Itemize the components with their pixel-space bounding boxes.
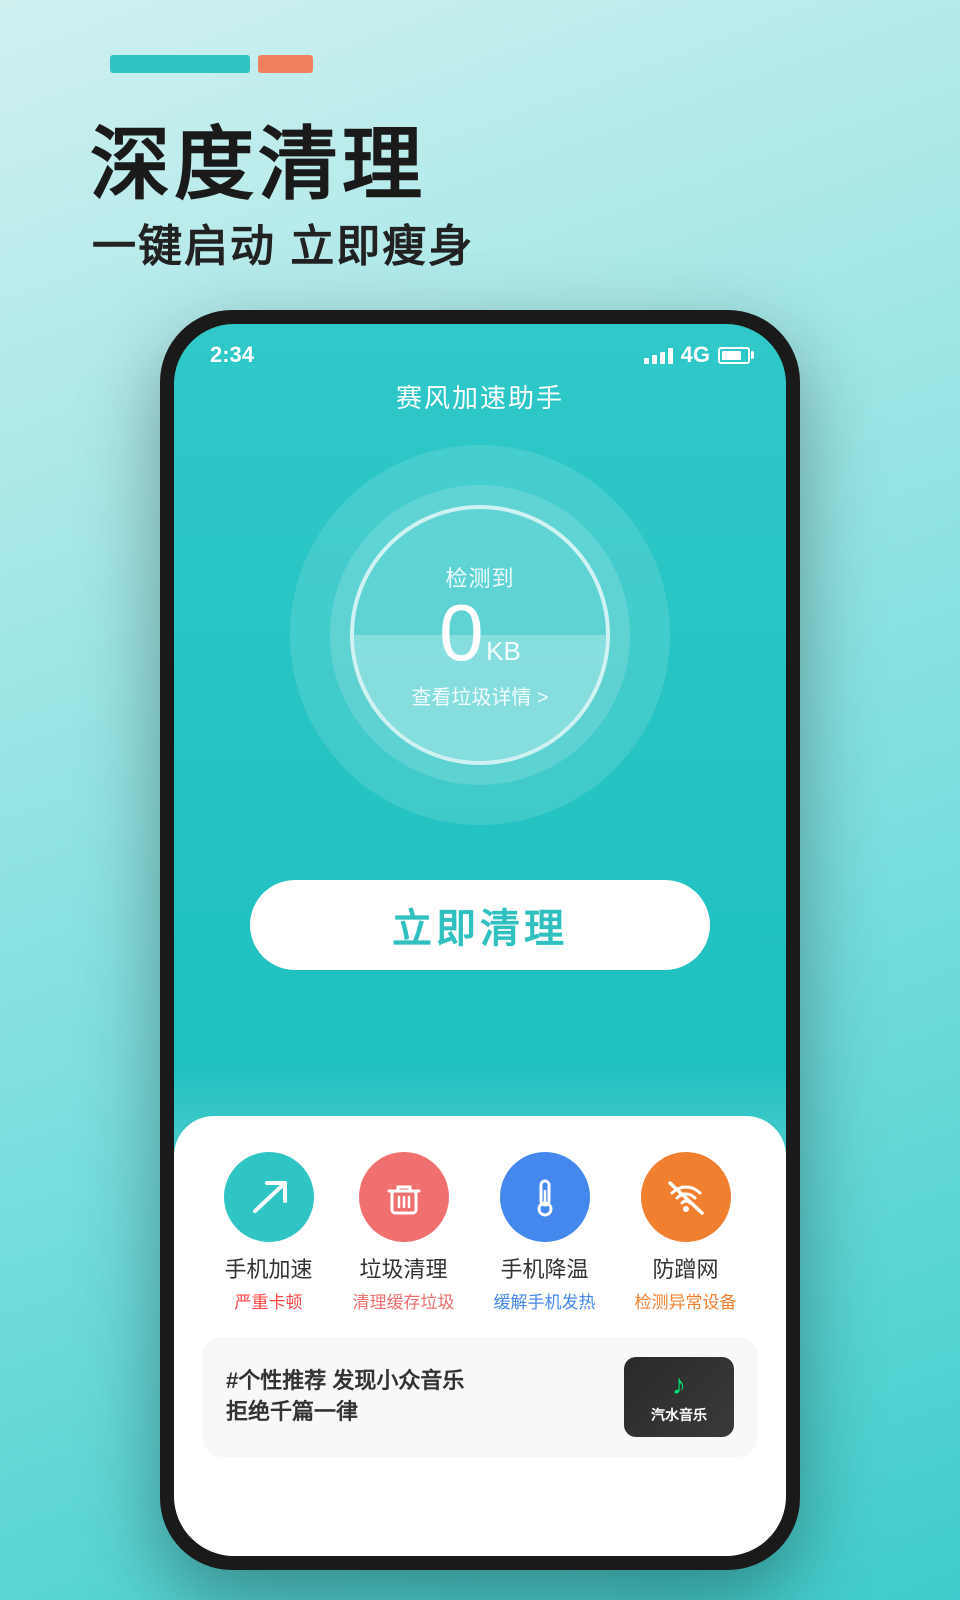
battery-fill: [722, 351, 741, 360]
detection-circle-area: 检测到 0 KB 查看垃圾详情 >: [174, 445, 786, 825]
phone-cool-icon-circle: [500, 1152, 590, 1242]
anti-freeload-icon-circle: [641, 1152, 731, 1242]
network-label: 4G: [681, 342, 710, 368]
inner-ring: 检测到 0 KB 查看垃圾详情 >: [330, 485, 630, 785]
music-title-line2: 拒绝千篇一律: [226, 1397, 608, 1428]
detail-link[interactable]: 查看垃圾详情 >: [411, 681, 548, 710]
detected-value-row: 0 KB: [411, 593, 548, 673]
clean-button-label: 立即清理: [392, 896, 568, 954]
bottom-card: 手机加速 严重卡顿 垃圾清理 清理缓存垃圾: [174, 1116, 786, 1556]
music-card-text: #个性推荐 发现小众音乐 拒绝千篇一律: [226, 1366, 608, 1428]
music-app-name: 汽水音乐: [651, 1405, 707, 1425]
music-thumbnail: ♪ 汽水音乐: [624, 1357, 734, 1437]
status-time: 2:34: [210, 342, 254, 368]
sub-title: 一键启动 立即瘦身: [92, 210, 474, 274]
arc-circle[interactable]: 检测到 0 KB 查看垃圾详情 >: [350, 505, 610, 765]
trash-clean-sub: 清理缓存垃圾: [353, 1288, 455, 1313]
detected-label: 检测到: [445, 566, 514, 591]
teal-stripe: [110, 55, 250, 73]
trash-clean-label: 垃圾清理: [359, 1252, 447, 1284]
status-right: 4G: [644, 342, 750, 368]
trash-clean-icon-circle: [359, 1152, 449, 1242]
icon-item-phone-boost[interactable]: 手机加速 严重卡顿: [224, 1152, 314, 1313]
phone-boost-label: 手机加速: [224, 1252, 312, 1284]
main-title: 深度清理: [90, 100, 426, 216]
icon-item-trash-clean[interactable]: 垃圾清理 清理缓存垃圾: [353, 1152, 455, 1313]
circle-content: 检测到 0 KB 查看垃圾详情 >: [411, 561, 548, 710]
phone-screen: 2:34 4G 赛风加速助手: [174, 324, 786, 1556]
battery-icon: [718, 347, 750, 364]
top-decoration: [110, 55, 313, 73]
music-thumb-inner: ♪ 汽水音乐: [624, 1357, 734, 1437]
trash-icon: [382, 1175, 426, 1219]
status-bar: 2:34 4G: [174, 324, 786, 368]
phone-mockup: 2:34 4G 赛风加速助手: [160, 310, 800, 1570]
icon-item-phone-cool[interactable]: 手机降温 缓解手机发热: [494, 1152, 596, 1313]
signal-icon: [644, 346, 673, 364]
music-app-logo: ♪: [672, 1369, 686, 1401]
phone-cool-label: 手机降温: [500, 1252, 588, 1284]
thermometer-icon: [523, 1175, 567, 1219]
phone-boost-sub: 严重卡顿: [235, 1288, 303, 1313]
detected-unit: KB: [486, 636, 521, 666]
clean-button[interactable]: 立即清理: [250, 880, 710, 970]
phone-boost-icon-circle: [224, 1152, 314, 1242]
send-icon: [247, 1175, 291, 1219]
phone-outer-frame: 2:34 4G 赛风加速助手: [160, 310, 800, 1570]
music-card[interactable]: #个性推荐 发现小众音乐 拒绝千篇一律 ♪ 汽水音乐: [202, 1337, 758, 1457]
anti-freeload-label: 防蹭网: [652, 1252, 718, 1284]
app-title: 赛风加速助手: [174, 378, 786, 415]
orange-stripe: [258, 55, 313, 73]
anti-freeload-sub: 检测异常设备: [635, 1288, 737, 1313]
outer-ring: 检测到 0 KB 查看垃圾详情 >: [290, 445, 670, 825]
detected-value: 0: [439, 588, 482, 677]
phone-cool-sub: 缓解手机发热: [494, 1288, 596, 1313]
clean-button-wrap: 立即清理: [174, 880, 786, 970]
icon-item-anti-freeload[interactable]: 防蹭网 检测异常设备: [635, 1152, 737, 1313]
feature-icon-grid: 手机加速 严重卡顿 垃圾清理 清理缓存垃圾: [194, 1152, 766, 1313]
wifi-blocked-icon: [664, 1175, 708, 1219]
music-title-line1: #个性推荐 发现小众音乐: [226, 1366, 608, 1397]
